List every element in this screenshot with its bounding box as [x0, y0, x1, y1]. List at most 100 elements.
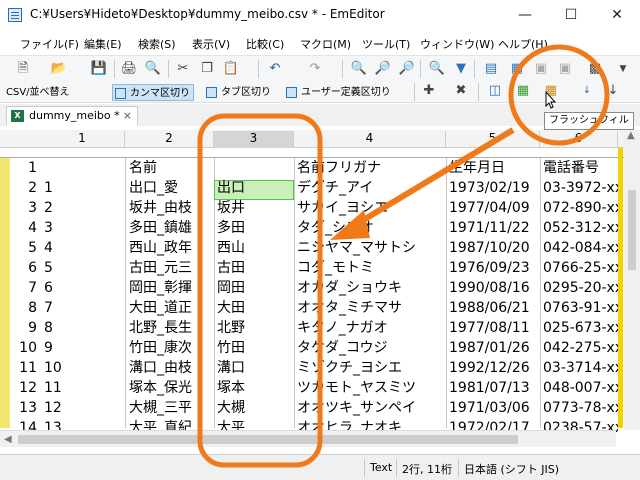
redo-icon[interactable]: ↷: [306, 60, 324, 78]
grid-cell[interactable]: 025-673-xx: [543, 318, 618, 338]
row-number[interactable]: 12: [10, 378, 40, 398]
grid-cell[interactable]: 溝口: [217, 358, 293, 378]
grid-cell[interactable]: 1987/01/26: [449, 338, 539, 358]
grid-cell[interactable]: タケダ_コウジ: [297, 338, 445, 358]
find-icon[interactable]: 🔍: [350, 60, 368, 78]
grid-cell[interactable]: 出口: [217, 178, 293, 198]
row-number[interactable]: 9: [10, 318, 40, 338]
grid-cell[interactable]: 1977/08/11: [449, 318, 539, 338]
chevron-down-icon[interactable]: ▼: [614, 60, 632, 78]
grid-cell[interactable]: 5: [44, 258, 124, 278]
grid-cell[interactable]: 072-890-xx: [543, 198, 618, 218]
grid-cell[interactable]: 1976/09/23: [449, 258, 539, 278]
grid-cell[interactable]: 多田_鎮雄: [129, 218, 213, 238]
insert-column-icon[interactable]: ✚: [420, 82, 438, 100]
open-folder-icon[interactable]: 📂: [50, 60, 68, 78]
vertical-scrollbar[interactable]: ▲: [624, 130, 640, 430]
row-number[interactable]: 4: [10, 218, 40, 238]
grid-cell[interactable]: 0763-91-xx: [543, 298, 618, 318]
status-mode[interactable]: Text: [370, 461, 392, 474]
select-column-icon[interactable]: ▦: [514, 82, 532, 100]
column-number[interactable]: 1: [40, 131, 125, 148]
grid-cell[interactable]: オオツキ_サンペイ: [297, 398, 445, 418]
horizontal-scrollbar[interactable]: ◀: [0, 430, 616, 447]
scroll-left-icon[interactable]: ◀: [4, 431, 12, 448]
grid-cell[interactable]: 西山_政年: [129, 238, 213, 258]
status-cursor-position[interactable]: 2行, 11桁: [402, 461, 452, 477]
scroll-up-icon[interactable]: ▲: [627, 130, 635, 141]
grid-cell[interactable]: 坂井: [217, 198, 293, 218]
status-encoding[interactable]: 日本語 (シフト JIS): [464, 461, 559, 477]
row-number[interactable]: 7: [10, 278, 40, 298]
menu-file[interactable]: ファイル(F): [20, 36, 79, 52]
grid-cell[interactable]: 岡田: [217, 278, 293, 298]
grid-cell[interactable]: 0773-78-xx: [543, 398, 618, 418]
sort-ascending-icon[interactable]: ↓: [578, 82, 596, 100]
flash-fill-icon[interactable]: ▦: [542, 82, 560, 100]
grid-cell[interactable]: 2: [44, 198, 124, 218]
tab-close-icon[interactable]: ×: [123, 107, 132, 125]
minimize-button[interactable]: —: [502, 0, 548, 30]
grid-cell[interactable]: 1992/12/26: [449, 358, 539, 378]
grid-cell[interactable]: 12: [44, 398, 124, 418]
grid-cell[interactable]: 1988/06/21: [449, 298, 539, 318]
grid-cell[interactable]: 042-084-xx: [543, 238, 618, 258]
row-number[interactable]: 5: [10, 238, 40, 258]
grid-cell[interactable]: 0766-25-xx: [543, 258, 618, 278]
grid-cell[interactable]: 生年月日: [449, 158, 539, 178]
column-number[interactable]: 6: [540, 131, 618, 148]
comma-separated-button[interactable]: カンマ区切り: [112, 84, 194, 101]
grid-cell[interactable]: 多田: [217, 218, 293, 238]
print-preview-icon[interactable]: 🔍: [144, 60, 162, 78]
grid-cell[interactable]: 名前: [129, 158, 213, 178]
sort-descending-icon[interactable]: ↓: [604, 82, 622, 100]
maximize-button[interactable]: ☐: [548, 0, 594, 30]
grid-cell[interactable]: コダ_モトミ: [297, 258, 445, 278]
grid-cell[interactable]: 03-3714-xx: [543, 358, 618, 378]
row-number[interactable]: 11: [10, 358, 40, 378]
csv-sort-button[interactable]: CSV/並べ替え: [6, 84, 70, 101]
grid-cell[interactable]: ミゾクチ_ヨシエ: [297, 358, 445, 378]
close-button[interactable]: ✕: [594, 0, 640, 30]
grid-cell[interactable]: 大槻_三平: [129, 398, 213, 418]
row-number[interactable]: 3: [10, 198, 40, 218]
grid-cell[interactable]: 1987/10/20: [449, 238, 539, 258]
grid-cell[interactable]: 溝口_由枝: [129, 358, 213, 378]
tools-icon[interactable]: ✖: [452, 82, 470, 100]
undo-icon[interactable]: ↶: [266, 60, 284, 78]
grid-cell[interactable]: 西山: [217, 238, 293, 258]
tab-separated-button[interactable]: タブ区切り: [204, 84, 274, 101]
grid-cell[interactable]: 042-275-xx: [543, 338, 618, 358]
grid-cell[interactable]: 1981/07/13: [449, 378, 539, 398]
outline-icon[interactable]: ▣: [556, 60, 574, 78]
grid-cell[interactable]: 03-3972-xx: [543, 178, 618, 198]
menu-search[interactable]: 検索(S): [138, 36, 176, 52]
horizontal-scroll-thumb[interactable]: [18, 435, 518, 444]
grid-cell[interactable]: 塚本: [217, 378, 293, 398]
grid-cell[interactable]: 10: [44, 358, 124, 378]
csv-editor[interactable]: 1 2 3 4 5 6 1 名前 名前フリガナ 生年月日 電話番号 2 1 出口_愛 出口 デグチ…: [0, 126, 640, 454]
user-defined-separator-button[interactable]: ユーザー定義区切り: [284, 84, 394, 101]
paste-icon[interactable]: 📋: [222, 60, 240, 78]
print-icon[interactable]: 🖨: [120, 60, 138, 78]
grid-cell[interactable]: 1: [44, 178, 124, 198]
grid-cell[interactable]: 岡田_彰揮: [129, 278, 213, 298]
workspace-icon[interactable]: ▤: [482, 60, 500, 78]
grid-cell[interactable]: 3: [44, 218, 124, 238]
row-number[interactable]: 10: [10, 338, 40, 358]
grid-cell[interactable]: 1973/02/19: [449, 178, 539, 198]
column-number[interactable]: 4: [294, 131, 446, 148]
menu-edit[interactable]: 編集(E): [84, 36, 122, 52]
grid-cell[interactable]: 1990/08/16: [449, 278, 539, 298]
grid-cell[interactable]: 6: [44, 278, 124, 298]
menu-view[interactable]: 表示(V): [192, 36, 230, 52]
copy-icon[interactable]: ❐: [198, 60, 216, 78]
grid-cell[interactable]: 竹田_康次: [129, 338, 213, 358]
row-number[interactable]: 2: [10, 178, 40, 198]
grid-cell[interactable]: 8: [44, 318, 124, 338]
document-tab[interactable]: X dummy_meibo * ×: [6, 106, 138, 126]
grid-cell[interactable]: 北野: [217, 318, 293, 338]
save-icon[interactable]: 💾: [90, 60, 108, 78]
filter-icon[interactable]: ▼: [452, 60, 470, 78]
grid-cell[interactable]: 大槻: [217, 398, 293, 418]
